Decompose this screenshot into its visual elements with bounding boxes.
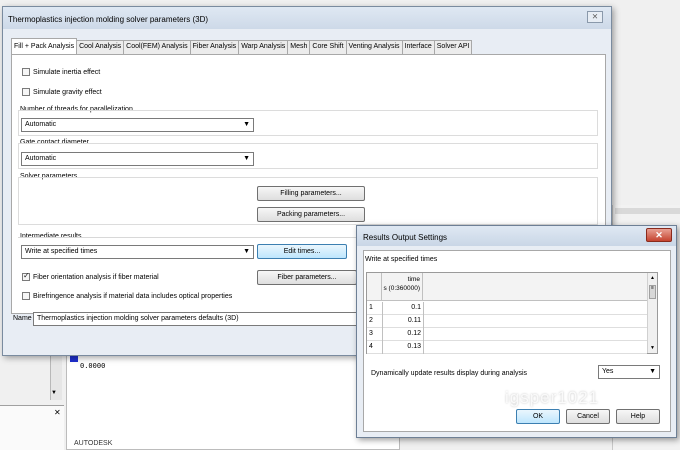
dialog-titlebar[interactable]: Thermoplastics injection molding solver … xyxy=(3,7,611,29)
table-row[interactable]: 2 0.11 xyxy=(367,315,647,328)
gate-contact-select[interactable]: Automatic ▼ xyxy=(21,152,254,166)
legend-value: 0.0000 xyxy=(80,362,106,370)
fiber-orientation-checkbox[interactable] xyxy=(22,271,30,281)
times-table[interactable]: time s (0:360000) 1 0.1 2 0.11 3 0.12 4 … xyxy=(366,272,658,354)
row-index: 3 xyxy=(369,330,373,337)
simulate-gravity-option[interactable]: Simulate gravity effect xyxy=(22,88,102,96)
table-row[interactable]: 1 0.1 xyxy=(367,302,647,315)
cell-divider xyxy=(423,341,424,354)
table-header: time s (0:360000) xyxy=(367,273,647,301)
chat-bubble-icon xyxy=(484,392,500,404)
simulate-gravity-label: Simulate gravity effect xyxy=(33,88,102,96)
dropdown-arrow-icon: ▼ xyxy=(243,121,250,128)
time-cell[interactable]: 0.11 xyxy=(383,317,423,324)
table-row[interactable]: 4 0.13 xyxy=(367,341,647,354)
row-index: 4 xyxy=(369,343,373,350)
time-cell[interactable]: 0.13 xyxy=(383,343,423,350)
threads-select[interactable]: Automatic ▼ xyxy=(21,118,254,132)
close-button[interactable]: ⨯ xyxy=(587,11,603,23)
panel-close-icon[interactable]: ✕ xyxy=(54,408,61,417)
birefringence-option[interactable]: Birefringence analysis if material data … xyxy=(22,292,232,300)
tab-cool-fem-analysis[interactable]: Cool(FEM) Analysis xyxy=(123,40,191,54)
table-corner xyxy=(367,273,382,301)
tab-interface[interactable]: Interface xyxy=(401,40,435,54)
simulate-gravity-checkbox[interactable] xyxy=(22,88,30,96)
fiber-orientation-option[interactable]: Fiber orientation analysis if fiber mate… xyxy=(22,271,159,281)
tab-fiber-analysis[interactable]: Fiber Analysis xyxy=(189,40,240,54)
tab-core-shift[interactable]: Core Shift xyxy=(309,40,347,54)
tab-warp-analysis[interactable]: Warp Analysis xyxy=(238,40,289,54)
simulate-inertia-label: Simulate inertia effect xyxy=(33,68,101,76)
time-column-unit: s (0:360000) xyxy=(383,285,421,292)
cell-divider xyxy=(423,328,424,341)
tab-mesh[interactable]: Mesh xyxy=(287,40,311,54)
scroll-down-arrow-icon[interactable]: ▼ xyxy=(650,345,655,351)
scroll-up-arrow-icon[interactable]: ▲ xyxy=(650,275,655,281)
simulate-inertia-option[interactable]: Simulate inertia effect xyxy=(22,68,100,76)
name-label: Name xyxy=(13,315,32,322)
dialog-title: Thermoplastics injection molding solver … xyxy=(8,15,209,24)
model-viewport[interactable] xyxy=(66,352,400,450)
cancel-button[interactable]: Cancel xyxy=(566,409,610,424)
dropdown-arrow-icon: ▼ xyxy=(649,368,656,375)
fiber-parameters-button[interactable]: Fiber parameters... xyxy=(257,270,357,285)
dialog-titlebar[interactable]: Results Output Settings ✕ xyxy=(357,226,676,246)
write-times-group-label: Write at specified times xyxy=(365,256,438,263)
dynamic-update-select[interactable]: Yes ▼ xyxy=(598,365,660,379)
simulate-inertia-checkbox[interactable] xyxy=(22,68,30,76)
help-button[interactable]: Help xyxy=(616,409,660,424)
dropdown-arrow-icon: ▼ xyxy=(243,248,250,255)
row-index: 1 xyxy=(369,304,373,311)
table-row[interactable]: 3 0.12 xyxy=(367,328,647,341)
edit-times-button[interactable]: Edit times... xyxy=(257,244,347,259)
cell-divider xyxy=(423,302,424,315)
threads-value: Automatic xyxy=(25,121,57,128)
table-vertical-scrollbar[interactable]: ▲ ≡ ▼ xyxy=(647,273,657,353)
dropdown-arrow-icon: ▼ xyxy=(243,155,250,162)
scroll-down-arrow-icon[interactable]: ▼ xyxy=(51,390,57,396)
tab-fill-pack-analysis[interactable]: Fill + Pack Analysis xyxy=(11,38,78,54)
fiber-orientation-label: Fiber orientation analysis if fiber mate… xyxy=(33,273,159,281)
filling-parameters-button[interactable]: Filling parameters... xyxy=(257,186,365,201)
close-button[interactable]: ✕ xyxy=(646,228,672,242)
dynamic-update-label: Dynamically update results display durin… xyxy=(371,370,528,377)
vendor-label: AUTODESK xyxy=(74,440,113,447)
time-column-title: time xyxy=(407,276,420,283)
dynamic-update-value: Yes xyxy=(602,368,614,375)
time-cell[interactable]: 0.12 xyxy=(383,330,423,337)
ok-button[interactable]: OK xyxy=(516,409,560,424)
time-column-header[interactable]: time s (0:360000) xyxy=(383,273,423,301)
packing-parameters-button[interactable]: Packing parameters... xyxy=(257,207,365,222)
background-right-toolbar xyxy=(615,208,680,214)
row-index: 2 xyxy=(369,317,373,324)
dialog-title: Results Output Settings xyxy=(363,233,448,242)
intermediate-results-value: Write at specified times xyxy=(25,248,98,255)
cell-divider xyxy=(423,315,424,328)
scrollbar-thumb[interactable]: ≡ xyxy=(649,285,656,299)
watermark-text: igsper1021 xyxy=(505,388,600,407)
name-input[interactable]: Thermoplastics injection molding solver … xyxy=(33,312,363,326)
birefringence-checkbox[interactable] xyxy=(22,292,30,300)
gate-contact-value: Automatic xyxy=(25,155,57,162)
tab-venting-analysis[interactable]: Venting Analysis xyxy=(345,40,403,54)
time-cell[interactable]: 0.1 xyxy=(383,304,423,311)
tab-solver-api[interactable]: Solver API xyxy=(433,40,473,54)
tab-cool-analysis[interactable]: Cool Analysis xyxy=(76,40,125,54)
intermediate-results-select[interactable]: Write at specified times ▼ xyxy=(21,245,254,259)
tab-strip: Fill + Pack Analysis Cool Analysis Cool(… xyxy=(11,38,473,54)
birefringence-label: Birefringence analysis if material data … xyxy=(33,292,233,300)
